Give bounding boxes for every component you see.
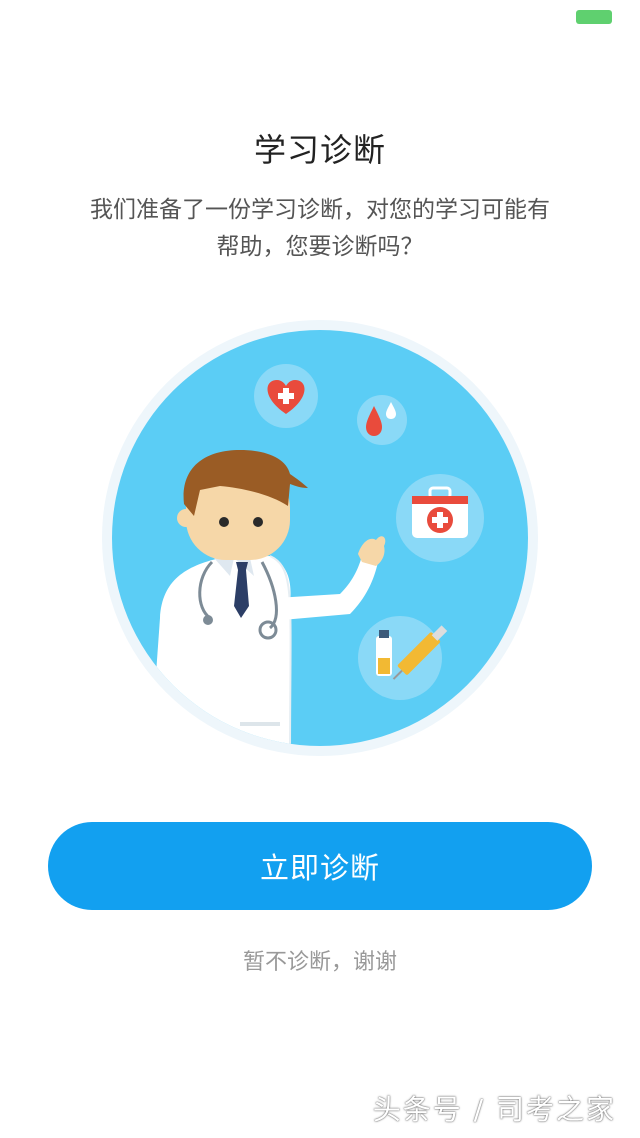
doctor-illustration bbox=[102, 320, 538, 756]
heart-plus-icon bbox=[254, 364, 318, 428]
blood-drop-icon bbox=[357, 395, 407, 445]
page-description: 我们准备了一份学习诊断，对您的学习可能有帮助，您要诊断吗？ bbox=[90, 197, 550, 260]
first-aid-kit-icon bbox=[396, 474, 484, 562]
battery-icon bbox=[576, 10, 612, 24]
start-diagnosis-button[interactable]: 立即诊断 bbox=[48, 822, 592, 910]
page-title: 学习诊断 bbox=[253, 131, 386, 169]
watermark-text: 头条号 / 司考之家 bbox=[372, 1093, 616, 1126]
skip-diagnosis-link[interactable]: 暂不诊断，谢谢 bbox=[0, 944, 640, 976]
